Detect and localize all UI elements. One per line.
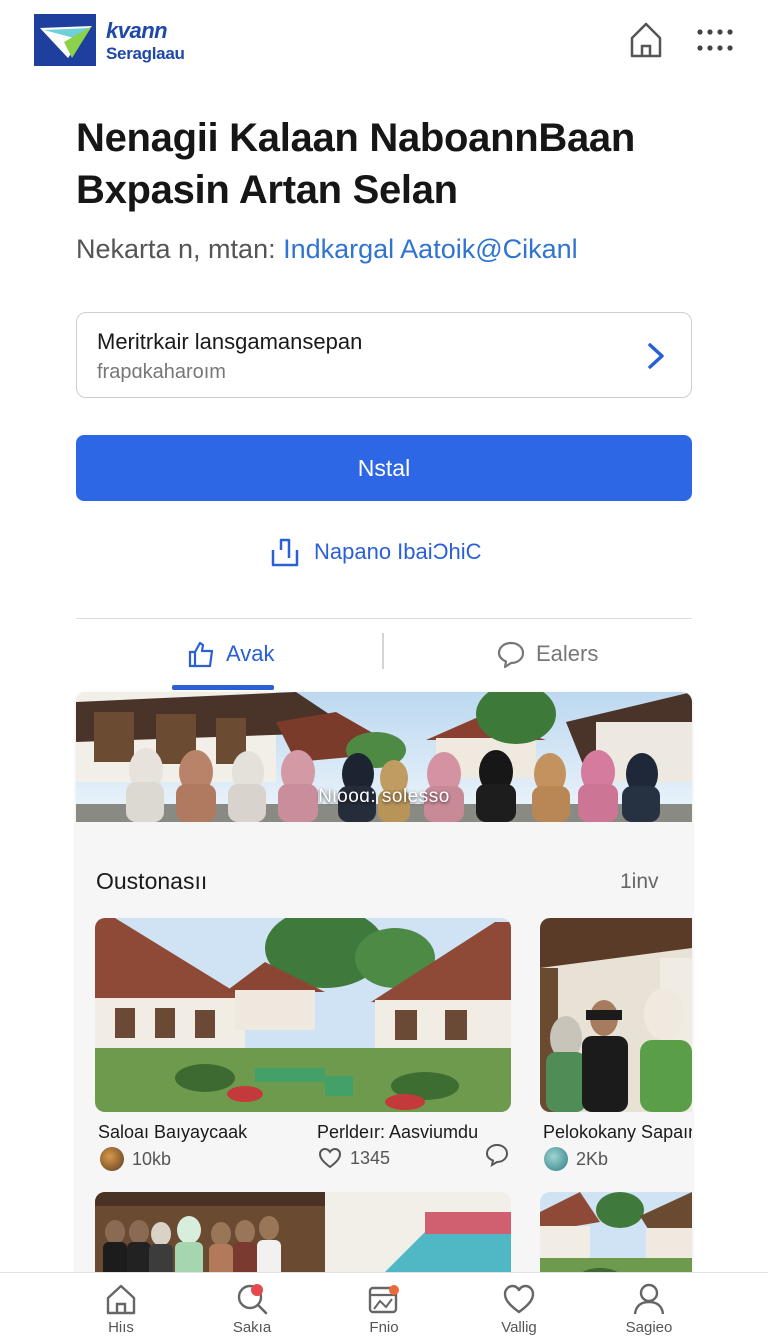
developer-link[interactable]: Indkargal Aatoik@Cikanl [283,234,578,264]
tab-bar: Avak Ealers [76,618,692,690]
nav-favorites[interactable]: Vallig [474,1281,564,1343]
home-icon[interactable] [626,18,666,62]
heart-icon [503,1284,535,1314]
chevron-right-icon [648,343,664,369]
content-card: Nιooɑ: solesso Oustonasıı 1inv Saloaı Ba… [76,692,692,1292]
nav-profile[interactable]: Sagieo [604,1281,694,1343]
app-title: Nenagii Kalaan NaboannBaan Bxpasin Artan… [76,116,635,212]
item-title-3[interactable]: Pelokokany Sapaın [543,1122,692,1143]
nav-profile-label: Sagieo [625,1319,673,1336]
nav-search-label: Sakıa [232,1319,272,1336]
nav-search[interactable]: Sakıa [207,1281,297,1343]
option-selector[interactable]: Meritrkair lansɡamansepan frapɑkaharoım [76,312,692,398]
heart-icon[interactable] [318,1147,342,1169]
item-meta-1: 10kb [100,1147,171,1171]
logo-name: kvann [106,18,168,43]
search-icon [237,1284,268,1315]
section-count[interactable]: 1inv [620,870,659,894]
item-meta-3: 2Kb [544,1147,608,1171]
logo-subname: Seraglaau [106,44,185,63]
share-icon [271,538,299,567]
top-bar: kvann Seraglaau [0,0,768,86]
nav-calendar-label: Fnio [369,1319,399,1336]
selector-sub-text: frapɑkaharoım [97,361,226,383]
nav-calendar[interactable]: Fnio [339,1281,429,1343]
item-thumbnail[interactable] [95,918,511,1112]
tab-avak-label: Avak [226,641,275,666]
app-logo[interactable]: kvann Seraglaau [34,12,214,70]
tab-ealers[interactable]: Ealers [496,619,598,689]
item-thumbnail[interactable] [540,918,692,1112]
item-size-1: 10kb [132,1148,172,1169]
bottom-navigation: Hiıs Sakıa Fnio Vallig Sagieo [0,1272,768,1344]
nav-favorites-label: Vallig [501,1319,537,1336]
tab-ealers-label: Ealers [536,641,599,666]
active-tab-indicator [172,685,274,690]
comment-icon[interactable] [484,1142,510,1168]
selector-main-text: Meritrkair lansɡamansepan [97,329,363,354]
calendar-icon [368,1285,399,1314]
section-title: Oustonasıı [96,868,208,894]
subtitle-prefix: Nekarta n, mtan: [76,234,284,264]
profile-icon [633,1283,665,1315]
chat-bubble-icon [497,641,525,669]
logo-mark-icon [34,14,96,66]
tab-divider [382,633,384,669]
nav-home[interactable]: Hiıs [76,1281,166,1343]
avatar [100,1147,124,1171]
home-icon [106,1284,136,1315]
item-title-1[interactable]: Saloaı Baıyaycaak [98,1122,247,1143]
item-title-2[interactable]: Perldeır: Aasviumdu [317,1122,478,1143]
app-subtitle: Nekarta n, mtan: Indkargal Aatoik@Cikanl [76,234,736,265]
thumbs-up-icon [188,641,214,668]
item-size-3: 2Kb [576,1148,609,1169]
item-meta-2: 1345 [318,1147,390,1169]
avatar [544,1147,568,1171]
hero-caption: Nιooɑ: solesso [318,786,450,807]
item-likes-2: 1345 [350,1147,391,1168]
install-button[interactable]: Nstal [76,435,692,501]
nav-home-label: Hiıs [108,1319,134,1336]
tab-avak[interactable]: Avak [186,619,275,689]
more-dots-icon[interactable] [692,22,736,58]
share-label: Napano IbaiƆhiC [314,539,482,564]
share-link[interactable]: Napano IbaiƆhiC [270,532,482,572]
